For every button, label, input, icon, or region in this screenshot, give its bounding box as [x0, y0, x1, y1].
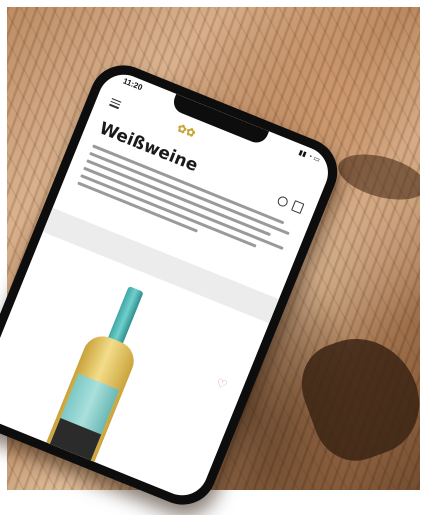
menu-icon[interactable]	[108, 98, 122, 111]
shopping-bag-icon[interactable]	[291, 200, 305, 215]
search-icon[interactable]	[276, 195, 290, 209]
status-icons: ▮▮ ◔ ▭	[297, 149, 321, 165]
heart-icon[interactable]: ♡	[214, 375, 229, 392]
logo-mark: ✿✿	[175, 122, 198, 141]
wine-bottle-image[interactable]	[37, 278, 164, 480]
status-time: 11:20	[121, 76, 144, 93]
